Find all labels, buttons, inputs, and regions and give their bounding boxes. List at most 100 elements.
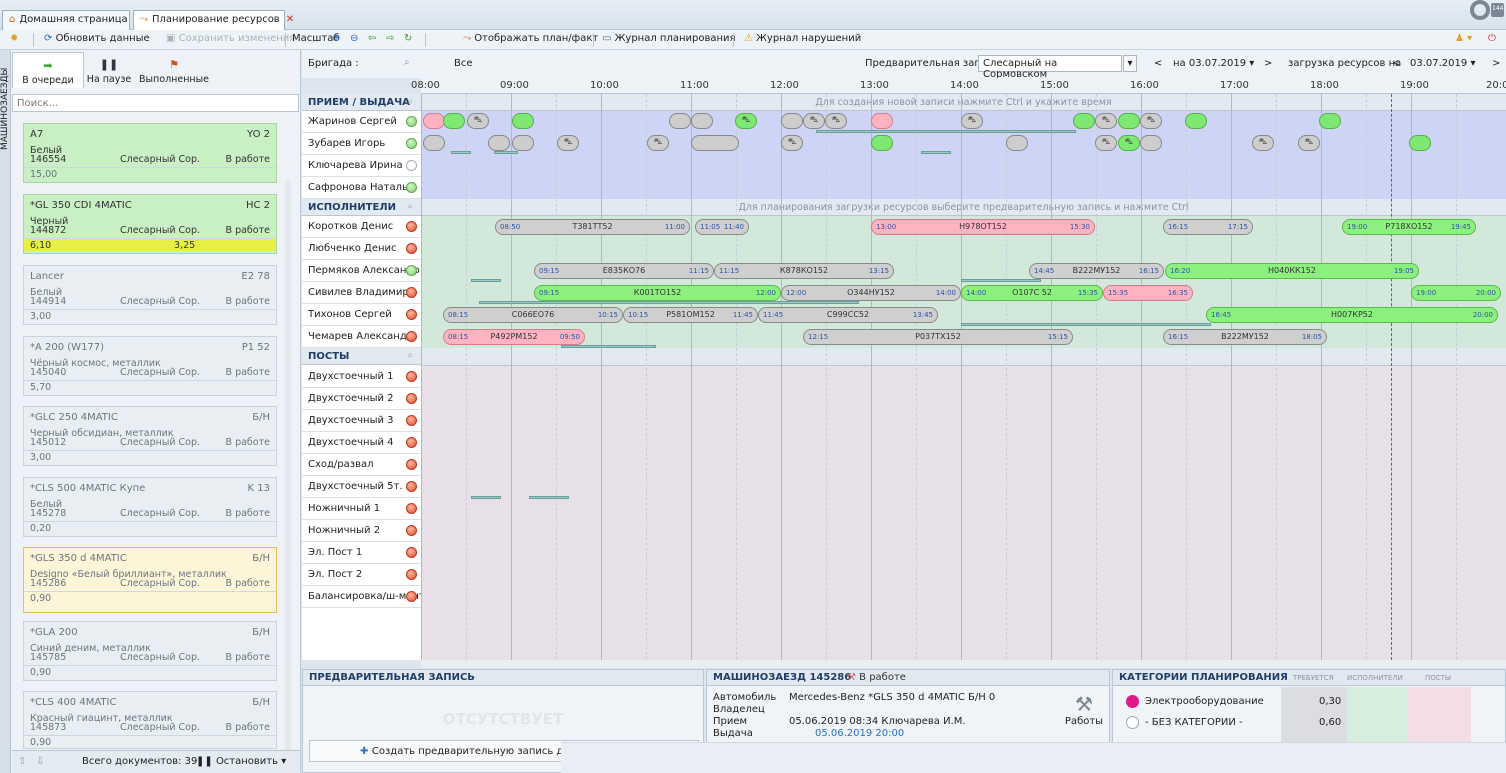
appointment-pill[interactable] bbox=[1319, 113, 1341, 129]
work-bar[interactable]: 08:15 Р492РМ152 09:50 bbox=[443, 329, 585, 345]
next-load-icon[interactable]: > bbox=[1492, 58, 1500, 69]
works-button[interactable]: ⚒ Работы bbox=[1062, 692, 1106, 727]
work-bar[interactable]: 16:20 Н040КК152 19:05 bbox=[1165, 263, 1419, 279]
appointment-pill[interactable] bbox=[423, 113, 445, 129]
work-bar[interactable]: 13:00 Н978ОТ152 15:30 bbox=[871, 219, 1095, 235]
work-bar[interactable]: 11:45 С999СС52 13:45 bbox=[758, 307, 938, 323]
post-row[interactable]: Балансировка/ш-монт bbox=[302, 586, 421, 608]
work-bar[interactable]: 15:35 16:35 bbox=[1103, 285, 1193, 301]
work-bar[interactable]: 19:00 20:00 bbox=[1411, 285, 1501, 301]
post-row[interactable]: Ножничный 1 bbox=[302, 498, 421, 520]
car-icon[interactable]: ⛍ bbox=[735, 113, 757, 129]
work-bar[interactable]: 08:15 С066ЕО76 10:15 bbox=[443, 307, 623, 323]
zoom-out-icon[interactable]: ⊖ bbox=[350, 33, 358, 44]
appointment-pill[interactable] bbox=[1118, 113, 1140, 129]
violations-log-button[interactable]: ⚠ Журнал нарушений bbox=[744, 33, 861, 44]
post-row[interactable]: Эл. Пост 1 bbox=[302, 542, 421, 564]
post-row[interactable]: Эл. Пост 2 bbox=[302, 564, 421, 586]
work-bar[interactable]: 19:00 Р718ХО152 19:45 bbox=[1342, 219, 1476, 235]
work-bar[interactable]: 16:15 В222МУ152 18:05 bbox=[1163, 329, 1327, 345]
prelim-select[interactable]: Слесарный на Сормовском bbox=[978, 55, 1122, 80]
car-icon[interactable]: ⛍ bbox=[557, 135, 579, 151]
tab-home[interactable]: ⌂ Домашняя страница bbox=[2, 10, 130, 30]
user-icon[interactable]: ♟ ▾ bbox=[1455, 33, 1472, 44]
resource-row[interactable]: Ключарева Ирина bbox=[302, 155, 421, 177]
search-input[interactable]: Поиск... bbox=[12, 94, 299, 112]
post-row[interactable]: Ножничный 2 bbox=[302, 520, 421, 542]
planning-log-button[interactable]: ▭ Журнал планирования bbox=[602, 33, 736, 44]
resource-row[interactable]: Чемарев Александр bbox=[302, 326, 421, 348]
show-plan-fact-button[interactable]: ⤳ Отображать план/факт bbox=[463, 33, 598, 44]
car-icon[interactable]: ⛍ bbox=[1252, 135, 1274, 151]
resource-row[interactable]: Любченко Денис bbox=[302, 238, 421, 260]
prev-day-icon[interactable]: < bbox=[1154, 58, 1162, 69]
visit-card[interactable]: *GLC 250 4MATIC Б/Н Черный обсидиан, мета… bbox=[23, 406, 277, 466]
post-row[interactable]: Двухстоечный 5т. bbox=[302, 476, 421, 498]
appointment-pill[interactable] bbox=[781, 113, 803, 129]
date-picker[interactable]: на 03.07.2019 ▾ bbox=[1173, 58, 1254, 69]
appointment-pill[interactable] bbox=[512, 113, 534, 129]
car-icon[interactable]: ⛍ bbox=[1095, 113, 1117, 129]
post-row[interactable]: Двухстоечный 3 bbox=[302, 410, 421, 432]
work-bar[interactable]: 11:05 11:40 bbox=[695, 219, 749, 235]
appointment-pill[interactable] bbox=[1073, 113, 1095, 129]
prev-load-icon[interactable]: < bbox=[1392, 58, 1400, 69]
visit-card[interactable]: Lancer E2 78 Белый 144914 Слесарный Сор. В р… bbox=[23, 265, 277, 325]
resource-row[interactable]: Тихонов Сергей bbox=[302, 304, 421, 326]
search-icon[interactable]: ⌕ bbox=[404, 57, 410, 68]
visit-card[interactable]: *CLS 500 4MATIC Купе K 13 Белый 145278 Слес… bbox=[23, 477, 277, 537]
appointment-pill[interactable] bbox=[1140, 135, 1162, 151]
vertical-tab-visits[interactable]: МАШИНОЗАЕЗДЫ bbox=[0, 50, 11, 773]
appointment-pill[interactable] bbox=[871, 135, 893, 151]
resource-row[interactable]: Пермяков Александр bbox=[302, 260, 421, 282]
exit-icon[interactable]: ⏻ bbox=[1488, 33, 1496, 44]
appointment-pill[interactable] bbox=[443, 113, 465, 129]
appointment-pill[interactable] bbox=[1185, 113, 1207, 129]
work-bar[interactable]: 12:00 О344НУ152 14:00 bbox=[781, 285, 961, 301]
post-row[interactable]: Сход/развал bbox=[302, 454, 421, 476]
car-icon[interactable]: ⛍ bbox=[1118, 135, 1140, 151]
cards-scrollbar[interactable] bbox=[285, 180, 291, 773]
next-day-icon[interactable]: > bbox=[1264, 58, 1272, 69]
reload-icon[interactable]: ↻ bbox=[404, 33, 412, 44]
resource-row[interactable]: Коротков Денис bbox=[302, 216, 421, 238]
tab-resource-planning[interactable]: ⤳ Планирование ресурсов ✕ bbox=[133, 10, 294, 30]
close-icon[interactable]: ✕ bbox=[286, 14, 294, 25]
refresh-button[interactable]: ⟳ Обновить данные bbox=[44, 33, 150, 44]
car-icon[interactable]: ⛍ bbox=[647, 135, 669, 151]
tab-queue[interactable]: ➡ В очереди bbox=[12, 52, 84, 88]
sun-icon[interactable]: ✹ bbox=[10, 33, 18, 44]
work-bar[interactable]: 14:45 В222МУ152 16:15 bbox=[1029, 263, 1164, 279]
visit-card[interactable]: A7 YO 2 Белый 146554 Слесарный Сор. В работе… bbox=[23, 123, 277, 183]
arrow-left-icon[interactable]: ⇦ bbox=[368, 33, 376, 44]
save-changes-button[interactable]: ▣ Сохранить изменения bbox=[166, 33, 295, 44]
load-date-picker[interactable]: 03.07.2019 ▾ bbox=[1410, 58, 1475, 69]
visit-card[interactable]: *A 200 (W177) P1 52 Чёрный космос, металл… bbox=[23, 336, 277, 396]
appointment-pill[interactable] bbox=[512, 135, 534, 151]
visit-card[interactable]: *GL 350 CDI 4MATIC HC 2 Черный 144872 Слеса… bbox=[23, 194, 277, 254]
appointment-pill[interactable] bbox=[423, 135, 445, 151]
search-icon[interactable]: ⌕ bbox=[407, 96, 413, 107]
visit-card[interactable]: *CLS 400 4MATIC Б/Н Красный гиацинт, мета… bbox=[23, 691, 277, 749]
resource-row[interactable]: Сафронова Наталья bbox=[302, 177, 421, 199]
work-bar[interactable]: 10:15 Р581ОМ152 11:45 bbox=[623, 307, 758, 323]
chevron-down-icon[interactable]: ▾ bbox=[1123, 55, 1137, 72]
appointment-pill[interactable] bbox=[691, 135, 739, 151]
car-icon[interactable]: ⛍ bbox=[781, 135, 803, 151]
tab-done[interactable]: ⚑ Выполненные bbox=[134, 52, 214, 88]
visit-card[interactable]: *GLA 200 Б/Н Синий деним, металлик 145785 С… bbox=[23, 621, 277, 681]
search-icon[interactable]: ⌕ bbox=[407, 201, 413, 212]
car-icon[interactable]: ⛍ bbox=[961, 113, 983, 129]
gantt-grid[interactable]: Для создания новой записи нажмите Ctrl и… bbox=[421, 94, 1506, 660]
car-icon[interactable]: ⛍ bbox=[467, 113, 489, 129]
car-icon[interactable]: ⛍ bbox=[1298, 135, 1320, 151]
up-arrow-icon[interactable]: ⇧ bbox=[18, 756, 26, 767]
arrow-right-icon[interactable]: ⇨ bbox=[386, 33, 394, 44]
appointment-pill[interactable] bbox=[871, 113, 893, 129]
work-bar[interactable]: 14:00 О107С 52 15:35 bbox=[961, 285, 1103, 301]
search-icon[interactable]: ⌕ bbox=[407, 350, 413, 361]
tab-paused[interactable]: ❚❚ На паузе bbox=[84, 52, 134, 88]
stop-button[interactable]: ❚❚ Остановить ▾ bbox=[196, 756, 286, 767]
work-bar[interactable]: 16:15 17:15 bbox=[1163, 219, 1253, 235]
appointment-pill[interactable] bbox=[691, 113, 713, 129]
